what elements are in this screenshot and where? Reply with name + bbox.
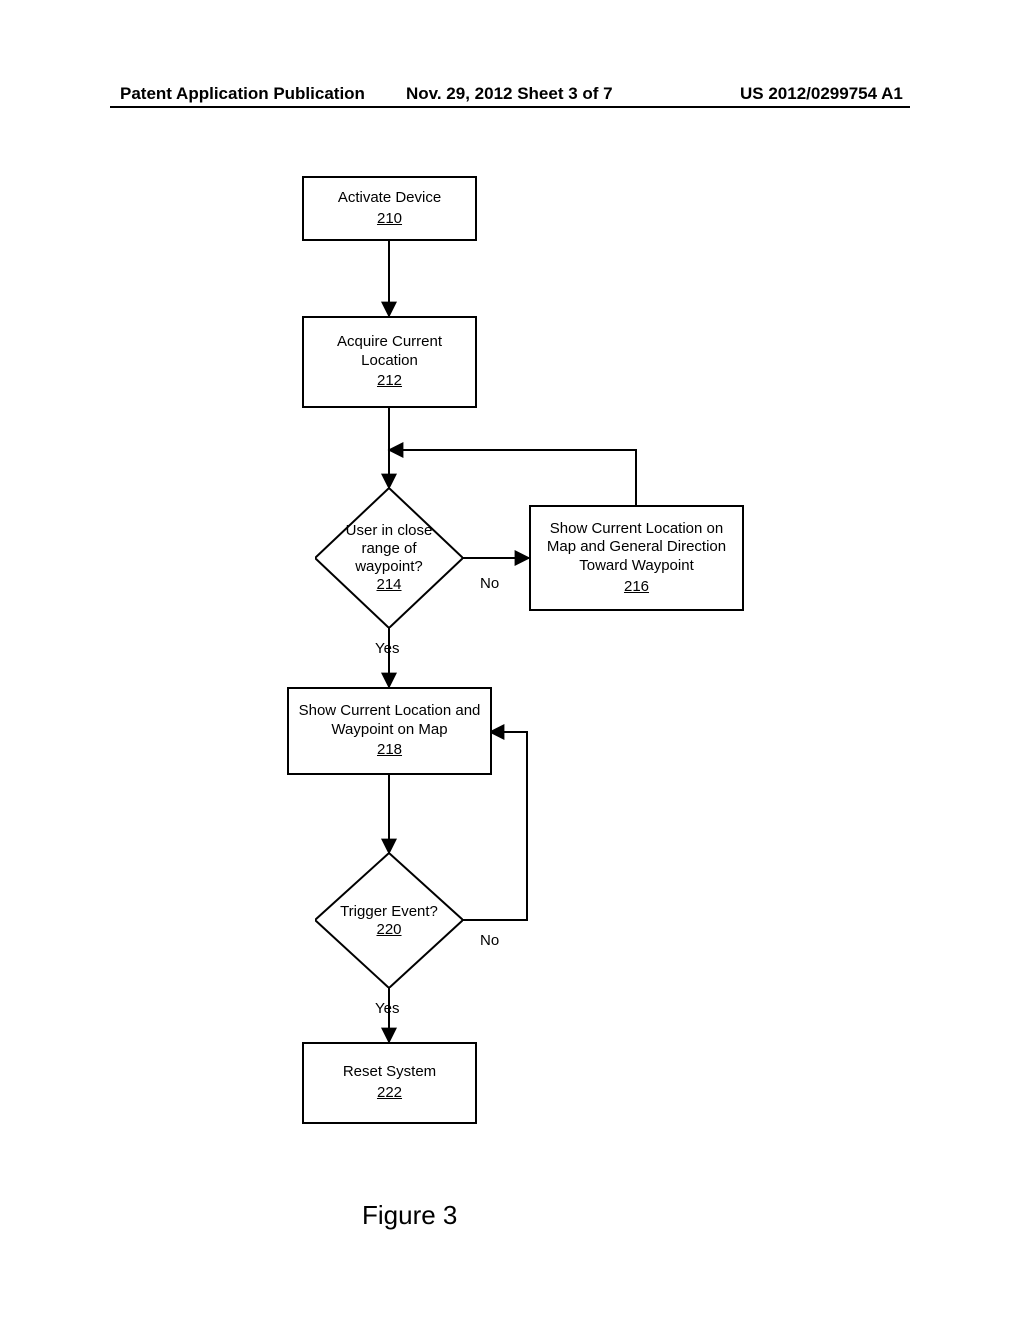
- node-label: Show Current Location and Waypoint on Ma…: [295, 702, 484, 740]
- node-label: Show Current Location on Map and General…: [537, 520, 736, 576]
- figure-caption: Figure 3: [362, 1200, 457, 1231]
- node-show-location-waypoint: Show Current Location and Waypoint on Ma…: [287, 687, 492, 775]
- node-ref: 210: [377, 210, 402, 229]
- node-label: Activate Device: [338, 189, 441, 208]
- decision-text: User in close range of waypoint?: [346, 522, 433, 575]
- decision-label: Trigger Event? 220: [329, 903, 449, 939]
- node-ref: 216: [624, 578, 649, 597]
- decision-label: User in close range of waypoint? 214: [329, 522, 449, 594]
- label-no-2: No: [480, 932, 499, 949]
- decision-in-range: User in close range of waypoint? 214: [315, 488, 463, 628]
- node-label: Reset System: [343, 1063, 436, 1082]
- node-activate-device: Activate Device 210: [302, 176, 477, 241]
- decision-ref: 214: [376, 576, 401, 593]
- node-show-location-direction: Show Current Location on Map and General…: [529, 505, 744, 611]
- label-yes-2: Yes: [375, 1000, 399, 1017]
- flowchart-connectors: [0, 0, 1024, 1320]
- node-ref: 212: [377, 372, 402, 391]
- node-ref: 222: [377, 1084, 402, 1103]
- label-yes-1: Yes: [375, 640, 399, 657]
- decision-text: Trigger Event?: [340, 903, 438, 920]
- decision-ref: 220: [376, 921, 401, 938]
- node-ref: 218: [377, 741, 402, 760]
- label-no-1: No: [480, 575, 499, 592]
- decision-trigger-event: Trigger Event? 220: [315, 853, 463, 988]
- node-label: Acquire Current Location: [320, 333, 460, 371]
- page: Patent Application Publication Nov. 29, …: [0, 0, 1024, 1320]
- node-reset-system: Reset System 222: [302, 1042, 477, 1124]
- node-acquire-location: Acquire Current Location 212: [302, 316, 477, 408]
